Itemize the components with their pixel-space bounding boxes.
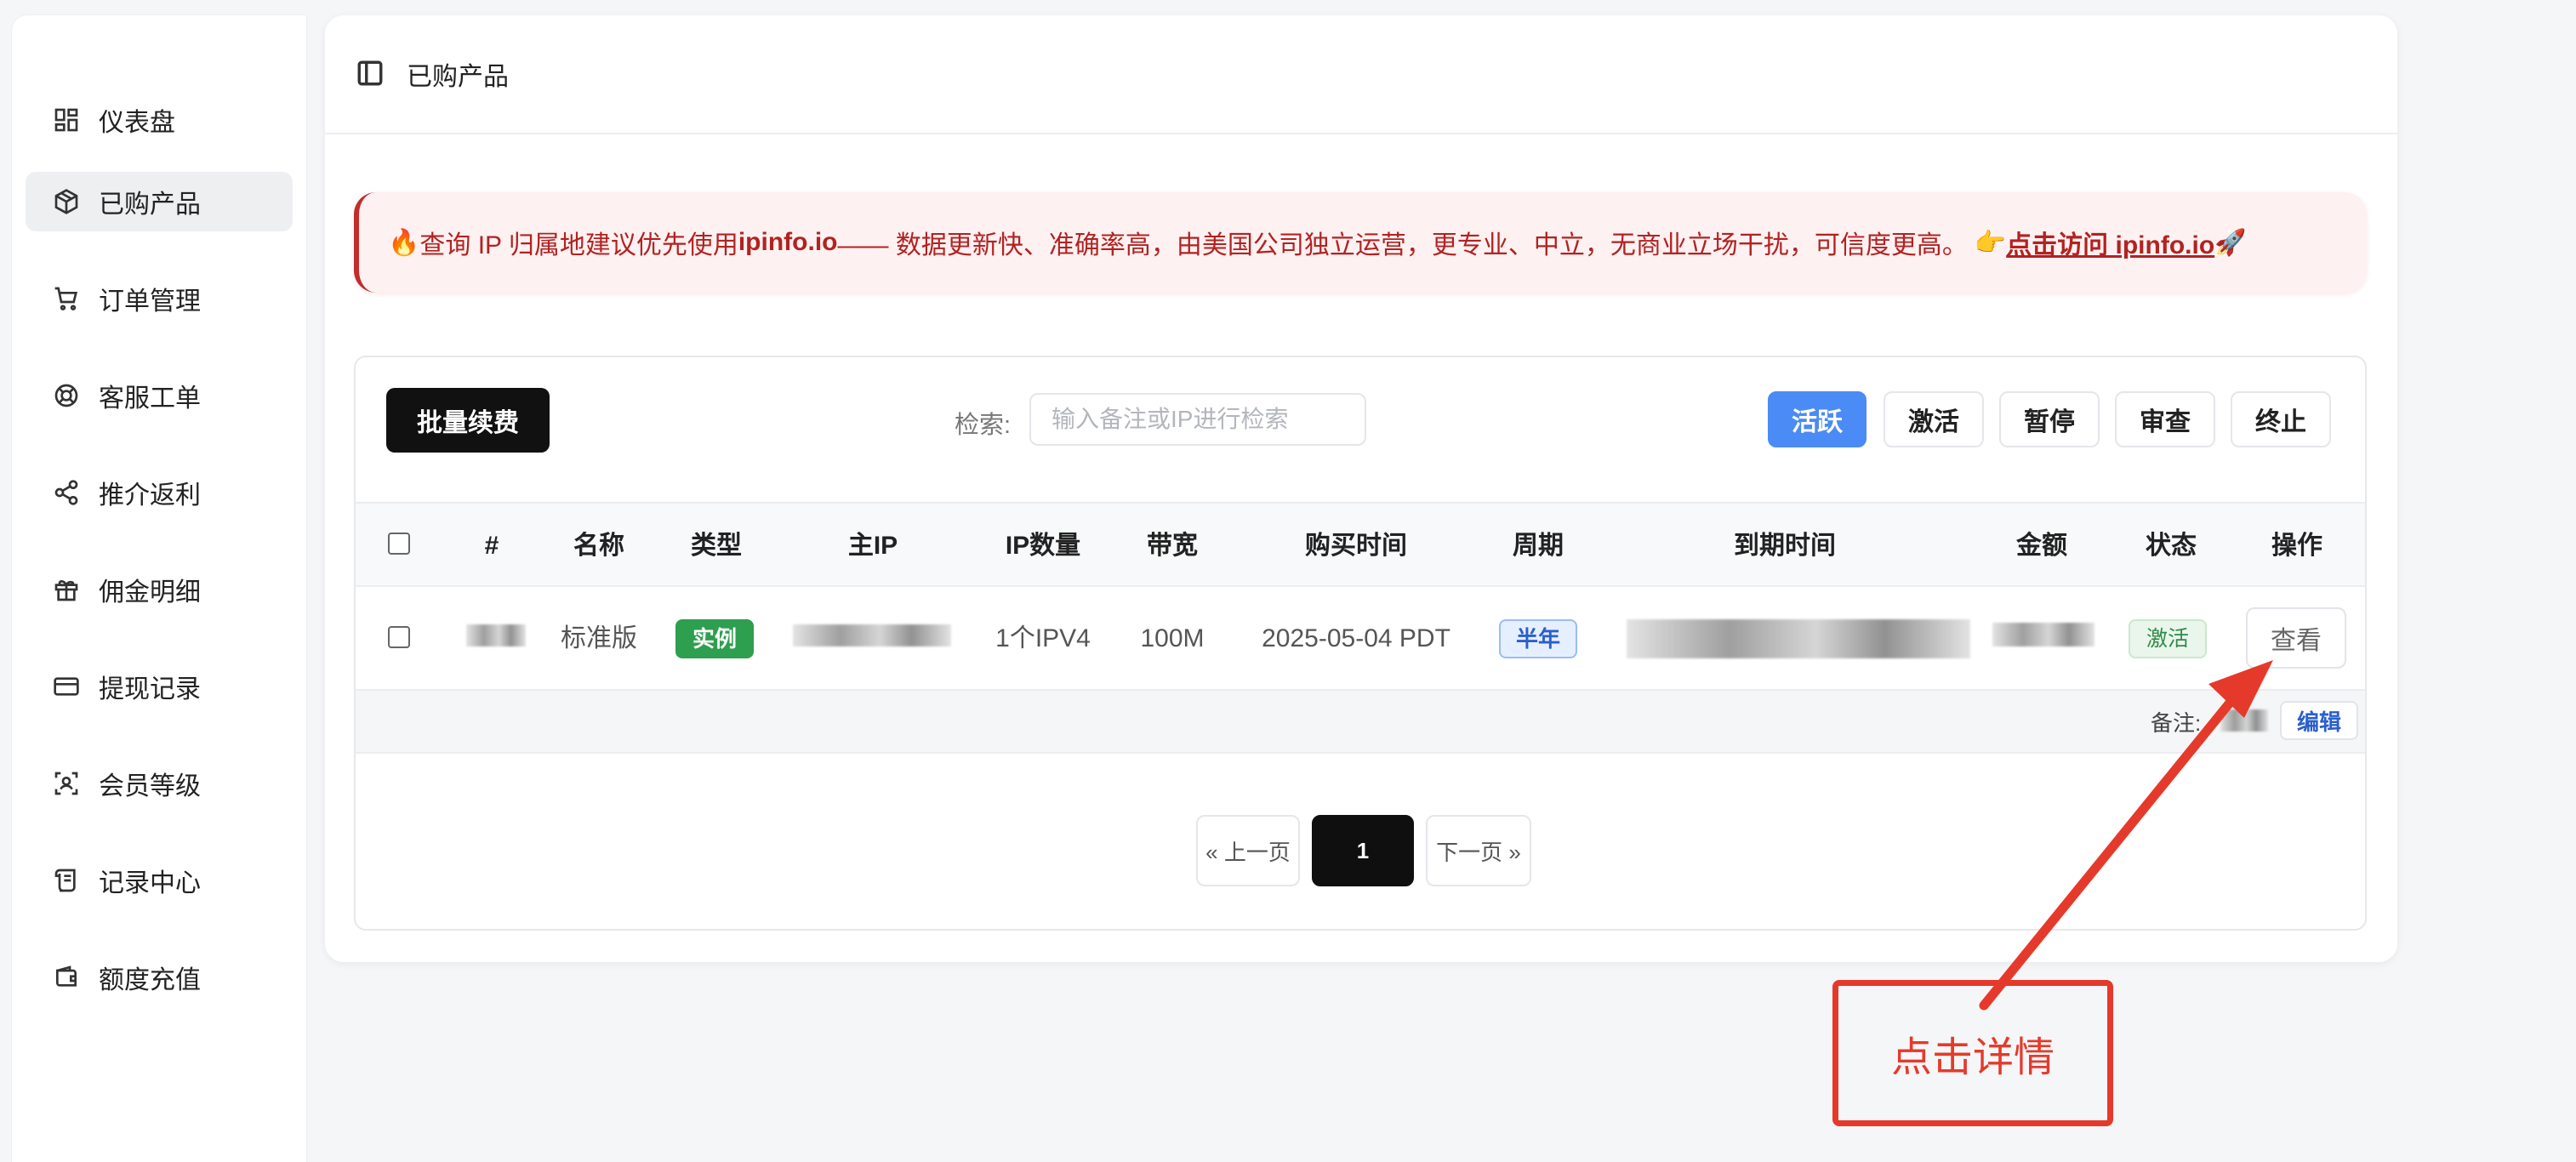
view-details-button[interactable]: 查看 (2246, 607, 2346, 669)
products-panel: 批量续费 检索: 活跃 激活 暂停 审查 终止 # 名称 类型 主IP IP数量… (354, 356, 2367, 931)
notice-text: —— 数据更新快、准确率高，由美国公司独立运营，更专业、中立，无商业立场干扰，可… (837, 231, 1968, 259)
column-header: 操作 (2271, 532, 2322, 560)
note-label: 备注: (2151, 710, 2202, 736)
filter-terminated-button[interactable]: 终止 (2231, 391, 2331, 447)
sidebar-item-membership[interactable]: 会员等级 (26, 754, 293, 813)
sidebar-toggle-icon[interactable] (356, 59, 386, 89)
row-checkbox[interactable] (388, 626, 410, 648)
page-header: 已购产品 (325, 15, 2397, 134)
filter-paused-button[interactable]: 暂停 (1999, 391, 2100, 447)
redacted-expiry (1627, 619, 1970, 658)
box-icon (51, 186, 82, 217)
notice-banner: 🔥 查询 IP 归属地建议优先使用 ipinfo.io —— 数据更新快、准确率… (354, 192, 2367, 293)
share-icon (51, 477, 82, 508)
search-label: 检索: (955, 412, 1012, 439)
cycle-badge: 半年 (1499, 619, 1577, 658)
sidebar-item-referral[interactable]: 推介返利 (26, 463, 293, 522)
redacted-amount (1992, 623, 2094, 647)
column-header: 周期 (1513, 532, 1564, 560)
sidebar-item-label: 推介返利 (99, 481, 201, 510)
purchase-time: 2025-05-04 PDT (1262, 624, 1450, 652)
select-all-checkbox[interactable] (388, 533, 410, 555)
status-badge: 激活 (2129, 619, 2207, 658)
annotation-box: 点击详情 (1832, 980, 2113, 1126)
edit-note-button[interactable]: 编辑 (2280, 701, 2358, 740)
sidebar-item-dashboard[interactable]: 仪表盘 (26, 90, 293, 150)
cart-icon (51, 283, 82, 314)
bandwidth: 100M (1140, 624, 1205, 652)
column-header: 类型 (691, 532, 742, 560)
type-badge: 实例 (675, 619, 754, 658)
sidebar-item-commission[interactable]: 佣金明细 (26, 560, 293, 619)
column-header: 带宽 (1147, 532, 1198, 560)
card-icon (51, 671, 82, 702)
column-header: 主IP (847, 532, 898, 560)
redacted-note (2220, 709, 2268, 732)
table-header: # 名称 类型 主IP IP数量 带宽 购买时间 周期 到期时间 金额 状态 操… (356, 502, 2365, 587)
redacted-id (466, 624, 526, 647)
sidebar-item-label: 佣金明细 (99, 578, 201, 607)
sidebar-item-label: 客服工单 (99, 384, 201, 413)
page-title: 已购产品 (407, 63, 509, 91)
sidebar: 仪表盘 已购产品 订单管理 客服工单 推介返利 佣金明细 提现记录 会员等级 记… (12, 15, 306, 1162)
search-input[interactable] (1029, 393, 1366, 446)
scroll-icon (51, 865, 82, 896)
filter-review-button[interactable]: 审查 (2115, 391, 2215, 447)
gift-icon (51, 574, 82, 605)
column-header: # (484, 532, 499, 560)
sidebar-item-label: 额度充值 (99, 966, 201, 994)
sidebar-item-label: 订单管理 (99, 288, 201, 316)
column-header: 金额 (2016, 532, 2067, 560)
sidebar-item-purchased[interactable]: 已购产品 (26, 172, 293, 231)
next-page-button[interactable]: 下一页 » (1426, 815, 1531, 886)
lifebuoy-icon (51, 380, 82, 411)
ip-count: 1个IPV4 (995, 624, 1091, 652)
product-name: 标准版 (561, 624, 637, 652)
notice-text: 查询 IP 归属地建议优先使用 (419, 231, 738, 259)
column-header: 名称 (573, 532, 624, 560)
column-header: 购买时间 (1305, 532, 1407, 560)
sidebar-item-recharge[interactable]: 额度充值 (26, 948, 293, 1007)
filter-active-button[interactable]: 活跃 (1768, 391, 1866, 447)
sidebar-item-label: 会员等级 (99, 772, 201, 800)
annotation-label: 点击详情 (1890, 1035, 2055, 1080)
column-header: IP数量 (1005, 532, 1081, 560)
batch-renew-button[interactable]: 批量续费 (386, 388, 550, 453)
fire-icon: 🔥 (388, 228, 420, 257)
sidebar-item-label: 记录中心 (99, 869, 201, 897)
sidebar-item-records[interactable]: 记录中心 (26, 851, 293, 910)
page-1-button[interactable]: 1 (1312, 815, 1414, 886)
wallet-icon (51, 962, 82, 993)
sidebar-item-tickets[interactable]: 客服工单 (26, 366, 293, 425)
filter-activated-button[interactable]: 激活 (1884, 391, 1984, 447)
sidebar-item-label: 已购产品 (99, 191, 201, 219)
column-header: 到期时间 (1734, 532, 1836, 560)
sidebar-item-label: 仪表盘 (99, 109, 175, 137)
dashboard-icon (51, 105, 82, 135)
notice-link[interactable]: 点击访问 ipinfo.io (2006, 224, 2214, 261)
redacted-main-ip (793, 624, 951, 647)
scan-face-icon (51, 768, 82, 799)
note-row: 备注: 编辑 (356, 691, 2365, 754)
pointing-hand-icon: 👉 (1974, 228, 2007, 257)
prev-page-button[interactable]: « 上一页 (1196, 815, 1300, 886)
sidebar-item-label: 提现记录 (99, 675, 201, 703)
rocket-icon: 🚀 (2214, 228, 2247, 257)
column-header: 状态 (2146, 532, 2197, 560)
table-row: 标准版 实例 1个IPV4 100M 2025-05-04 PDT 半年 激活 … (356, 587, 2365, 691)
sidebar-item-orders[interactable]: 订单管理 (26, 269, 293, 328)
sidebar-item-withdrawals[interactable]: 提现记录 (26, 657, 293, 716)
main-content: 已购产品 🔥 查询 IP 归属地建议优先使用 ipinfo.io —— 数据更新… (325, 15, 2397, 962)
notice-brand: ipinfo.io (738, 228, 838, 256)
